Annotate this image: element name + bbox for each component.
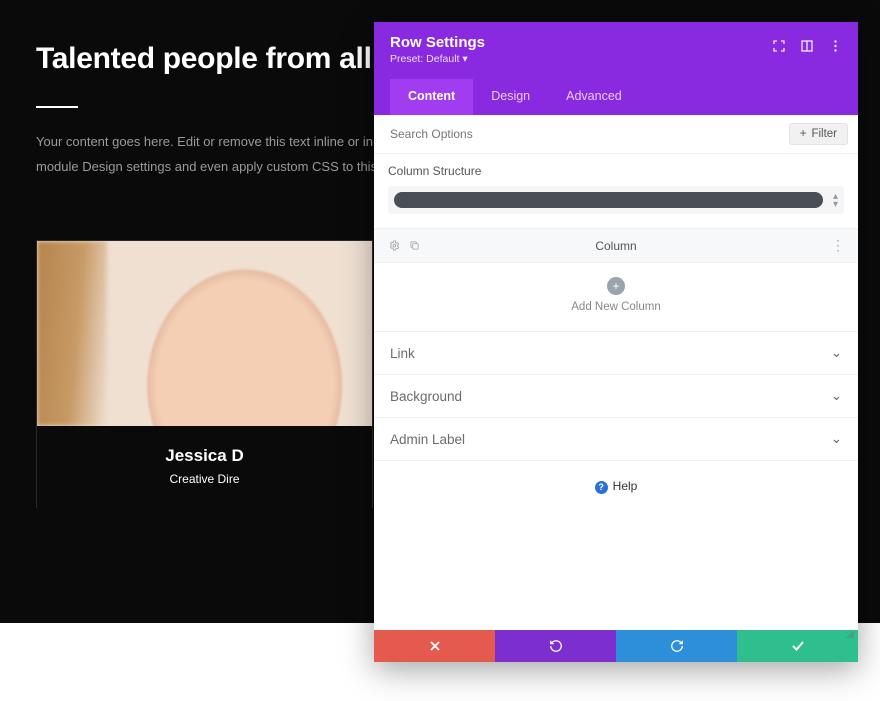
duplicate-icon[interactable] xyxy=(408,240,420,252)
plus-icon: + xyxy=(800,128,807,140)
panel-preset[interactable]: Preset: Default ▾ xyxy=(390,53,485,65)
save-button[interactable] xyxy=(737,630,858,662)
accordion-link-label: Link xyxy=(390,346,415,361)
accordion-link[interactable]: Link ⌄ xyxy=(374,332,858,375)
panel-body: + Filter Column Structure ▴▾ Column ⋮ xyxy=(374,115,858,630)
accordion-background[interactable]: Background ⌄ xyxy=(374,375,858,418)
chevron-down-icon: ⌄ xyxy=(831,345,842,361)
column-bar-icon xyxy=(394,192,823,208)
help-link[interactable]: ? Help xyxy=(374,461,858,512)
select-arrows-icon: ▴▾ xyxy=(833,193,838,208)
accordion-background-label: Background xyxy=(390,389,462,404)
search-input[interactable] xyxy=(384,123,789,145)
person-role: Creative Dire xyxy=(37,472,372,486)
resize-handle-icon[interactable] xyxy=(842,626,854,638)
expand-icon[interactable] xyxy=(772,39,786,53)
column-row-label: Column xyxy=(374,239,858,253)
undo-button[interactable] xyxy=(495,630,616,662)
redo-button[interactable] xyxy=(616,630,737,662)
column-structure-selector[interactable]: ▴▾ xyxy=(388,186,844,214)
filter-button[interactable]: + Filter xyxy=(789,123,848,145)
panel-tabs: Content Design Advanced xyxy=(390,79,842,115)
column-structure-label: Column Structure xyxy=(388,164,844,178)
filter-label: Filter xyxy=(811,128,837,140)
tab-advanced[interactable]: Advanced xyxy=(548,79,640,115)
tab-content[interactable]: Content xyxy=(390,79,473,115)
add-column-button[interactable]: + xyxy=(607,277,625,295)
tab-design[interactable]: Design xyxy=(473,79,548,115)
accordion-admin-label-label: Admin Label xyxy=(390,432,465,447)
column-row[interactable]: Column ⋮ xyxy=(374,228,858,263)
add-column-label: Add New Column xyxy=(374,301,858,313)
help-icon: ? xyxy=(595,481,608,494)
chevron-down-icon: ⌄ xyxy=(831,431,842,447)
accordion-admin-label[interactable]: Admin Label ⌄ xyxy=(374,418,858,461)
columns-icon[interactable] xyxy=(800,39,814,53)
panel-header[interactable]: Row Settings Preset: Default ▾ Content D… xyxy=(374,22,858,115)
person-photo xyxy=(37,241,372,426)
panel-title: Row Settings xyxy=(390,34,485,51)
person-card-body: Jessica D Creative Dire xyxy=(37,426,372,509)
gear-icon[interactable] xyxy=(388,240,400,252)
person-name: Jessica D xyxy=(37,446,372,466)
column-more-icon[interactable]: ⋮ xyxy=(831,237,844,254)
help-label: Help xyxy=(613,479,638,493)
more-icon[interactable] xyxy=(828,39,842,53)
cancel-button[interactable] xyxy=(374,630,495,662)
title-underline xyxy=(36,106,78,108)
person-card[interactable]: Jessica D Creative Dire xyxy=(36,240,373,508)
row-settings-panel: Row Settings Preset: Default ▾ Content D… xyxy=(374,22,858,662)
chevron-down-icon: ⌄ xyxy=(831,388,842,404)
